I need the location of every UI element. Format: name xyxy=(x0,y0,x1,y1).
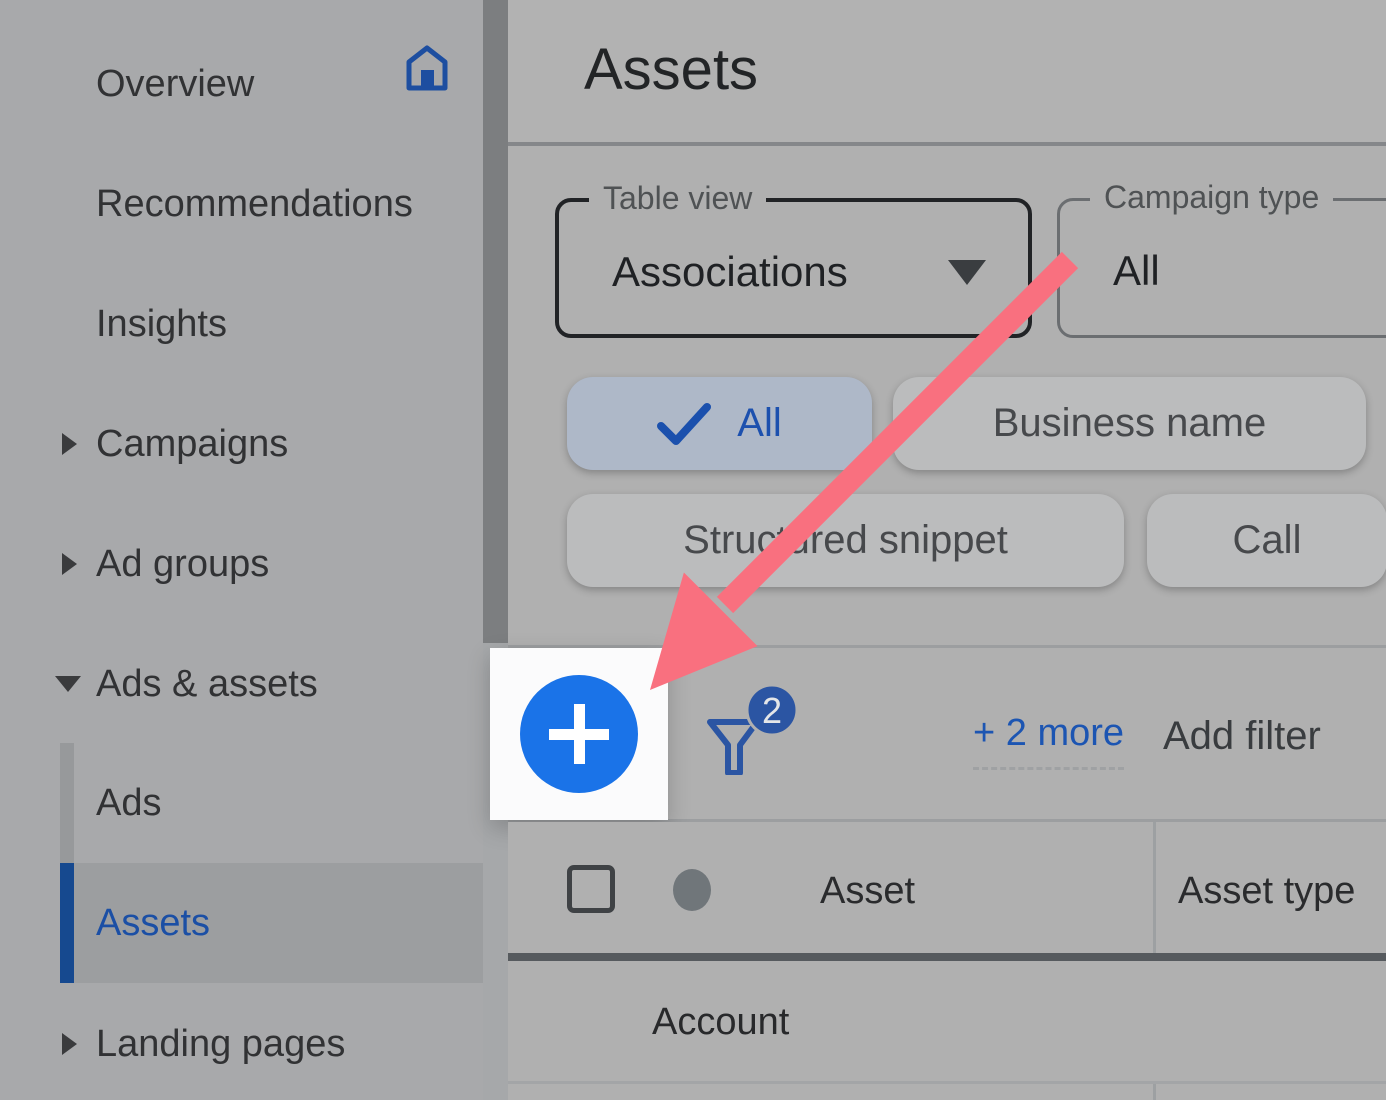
more-filters-link[interactable]: + 2 more xyxy=(973,712,1124,770)
sidebar-item-label: Insights xyxy=(96,303,227,346)
sidebar-item-assets[interactable]: Assets xyxy=(0,863,483,983)
sidebar-item-label: Ads xyxy=(96,782,161,825)
sidebar-item-ad-groups[interactable]: Ad groups xyxy=(0,504,483,624)
funnel-icon xyxy=(710,722,757,773)
chip-business-name[interactable]: Business name xyxy=(893,377,1366,470)
sidebar-item-recommendations[interactable]: Recommendations xyxy=(0,144,483,264)
chip-label: All xyxy=(737,401,781,446)
chevron-right-icon xyxy=(62,433,77,455)
add-filter-button[interactable]: Add filter xyxy=(1163,714,1321,759)
table-row[interactable]: Account xyxy=(508,961,1386,1081)
table-view-value: Associations xyxy=(612,248,848,296)
sidebar-item-ads-and-assets[interactable]: Ads & assets xyxy=(0,624,483,744)
plus-icon xyxy=(574,704,585,764)
sidebar-item-overview[interactable]: Overview xyxy=(0,24,483,144)
sidebar-item-label: Overview xyxy=(96,63,254,106)
chip-call[interactable]: Call xyxy=(1147,494,1386,587)
sidebar-item-label: Recommendations xyxy=(96,183,413,226)
sidebar-nav: Overview Recommendations Insights Campai… xyxy=(0,0,483,1100)
column-divider xyxy=(1153,1084,1156,1100)
chip-label: Call xyxy=(1233,518,1302,563)
select-all-checkbox[interactable] xyxy=(567,865,615,913)
chevron-right-icon xyxy=(62,553,77,575)
sidebar-item-campaigns[interactable]: Campaigns xyxy=(0,384,483,504)
account-row-label: Account xyxy=(652,1001,789,1044)
campaign-type-value: All xyxy=(1113,247,1160,295)
column-header-asset[interactable]: Asset xyxy=(820,870,915,913)
sidebar-item-label: Campaigns xyxy=(96,423,288,466)
chip-label: Business name xyxy=(993,401,1266,446)
sidebar-item-insights[interactable]: Insights xyxy=(0,264,483,384)
column-divider xyxy=(1153,822,1156,953)
chevron-right-icon xyxy=(62,1033,77,1055)
add-asset-button[interactable] xyxy=(520,675,638,793)
dropdown-caret-icon xyxy=(948,260,986,285)
filter-count-value: 2 xyxy=(762,690,782,731)
chip-structured-snippet[interactable]: Structured snippet xyxy=(567,494,1124,587)
column-header-asset-type[interactable]: Asset type xyxy=(1178,870,1355,913)
chip-label: Structured snippet xyxy=(683,518,1008,563)
sidebar-item-label: Ad groups xyxy=(96,543,269,586)
page-header: Assets xyxy=(508,0,1386,146)
app-window: Overview Recommendations Insights Campai… xyxy=(0,0,1386,1100)
active-filters-indicator[interactable]: 2 xyxy=(700,660,810,775)
campaign-type-label: Campaign type xyxy=(1090,179,1333,216)
home-icon xyxy=(405,44,449,97)
row-divider xyxy=(508,1081,1386,1084)
sidebar-item-label: Landing pages xyxy=(96,1023,345,1066)
sidebar-item-landing-pages[interactable]: Landing pages xyxy=(0,984,483,1100)
chip-all[interactable]: All xyxy=(567,377,872,470)
table-header-divider xyxy=(508,953,1386,961)
checkmark-icon xyxy=(657,401,711,447)
chevron-down-icon xyxy=(55,676,81,692)
status-dot-icon xyxy=(673,869,711,911)
page-title: Assets xyxy=(584,36,758,103)
sidebar-item-label: Assets xyxy=(96,902,210,945)
sidebar-item-label: Ads & assets xyxy=(96,663,318,706)
table-view-label: Table view xyxy=(589,180,766,217)
campaign-type-select[interactable]: Campaign type All xyxy=(1057,198,1386,338)
sidebar-scrollbar-thumb[interactable] xyxy=(483,0,508,643)
table-view-select[interactable]: Table view Associations xyxy=(555,198,1032,338)
sidebar-item-ads[interactable]: Ads xyxy=(0,743,483,863)
